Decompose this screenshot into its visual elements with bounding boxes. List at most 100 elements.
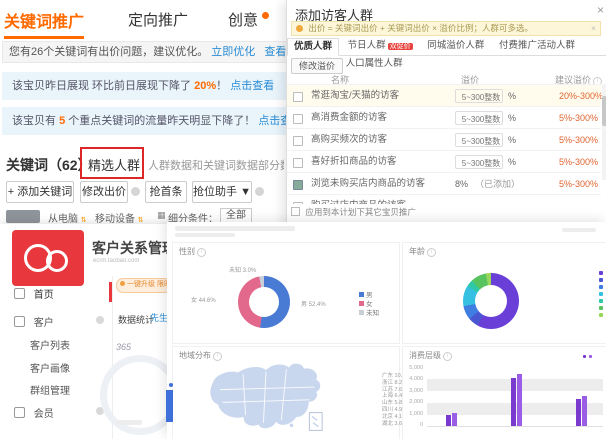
grid-icon: ▦	[157, 210, 166, 221]
crm-title: 客户关系管理	[92, 238, 172, 258]
promo-badge: 双促价	[388, 43, 413, 50]
pc-column-sort[interactable]: 从电脑 ⇅	[48, 210, 87, 225]
donut-hole	[475, 285, 507, 317]
notice-text: 出价 = 关键词出价 + 关键词出价 × 溢价比例；人群可多选。	[308, 23, 533, 33]
sidebar-item-member[interactable]: 会员	[14, 405, 54, 420]
tab-city-premium-audience[interactable]: 同城溢价人群	[421, 38, 490, 54]
premium-value: 8%	[455, 173, 468, 195]
close-icon[interactable]: ×	[597, 3, 604, 17]
audience-tab-bar: 优质人群 节日人群双促价 同城溢价人群 付费推广活动人群 天气人群 人口属性人群	[287, 38, 606, 56]
modify-bid-button[interactable]: 修改出价	[80, 181, 128, 203]
audience-row: 喜好折扣商品的访客 % 5%-300%	[287, 150, 601, 173]
grab-top-button[interactable]: 抢首条	[145, 181, 187, 203]
premium-input[interactable]	[455, 133, 503, 147]
legend-item: 男	[359, 291, 379, 300]
rank-assistant-button[interactable]: 抢位助手 ▼	[192, 181, 252, 203]
crm-logo	[12, 230, 84, 286]
premium-input[interactable]	[455, 89, 503, 103]
alert-text: ！	[216, 80, 230, 92]
tab-paid-promo-audience[interactable]: 付费推广活动人群	[493, 38, 581, 54]
mobile-column-sort[interactable]: 移动设备 ⇅	[95, 210, 144, 225]
y-axis-tick: 4,000	[403, 376, 423, 382]
optimize-now-link[interactable]: 立即优化	[211, 46, 255, 58]
y-axis-tick: 5,000	[403, 365, 423, 371]
notice-text: 您有26个关键词有出价问题，建议优化。	[9, 46, 208, 58]
nav-tab-creative[interactable]: 创意	[228, 9, 269, 30]
age-card: 年龄i	[402, 242, 606, 344]
tab-keywords[interactable]: 关键词（62）	[6, 155, 92, 175]
card-title: 年龄i	[409, 246, 436, 257]
nav-tab-targeted-promo[interactable]: 定向推广	[128, 9, 188, 30]
row-checkbox[interactable]	[293, 92, 303, 102]
upgrade-button[interactable]: 一键升级 限时抢	[116, 278, 171, 293]
audience-row: 高购买频次的访客 % 5%-300%	[287, 128, 601, 151]
bar-series1-g2	[511, 378, 516, 426]
audience-name: 高购买频次的访客	[311, 129, 387, 151]
audience-name: 购买过店内商品的访客	[311, 195, 406, 204]
premium-input[interactable]	[455, 155, 503, 169]
click-to-view-link[interactable]: 点击查看	[230, 80, 274, 92]
alert-text: 个重点关键词的流量昨天明显下降了！	[65, 115, 258, 127]
home-icon	[14, 288, 25, 299]
sidebar-item-customer-list[interactable]: 客户列表	[30, 337, 70, 352]
heat-legend-bar	[166, 390, 173, 422]
audience-row: 常逛淘宝/天猫的访客 % 20%-300%	[287, 84, 601, 107]
legend-dot	[599, 299, 603, 303]
alert-text: 该宝贝昨日展现 环比前日展现下降了	[12, 80, 194, 92]
screenshot-root: 关键词推广 定向推广 创意 您有26个关键词有出价问题，建议优化。 立即优化 查…	[0, 0, 606, 439]
percent-sign: %	[508, 107, 516, 129]
bar-series1-g1	[446, 415, 451, 426]
tab-demographic-audience[interactable]: 人口属性人群	[340, 56, 409, 72]
added-tag: （已添加）	[475, 173, 520, 195]
header-placeholder	[175, 233, 235, 237]
bar-plot-area	[427, 368, 603, 427]
scrollbar[interactable]	[602, 84, 606, 180]
row-checkbox[interactable]	[293, 158, 303, 168]
y-axis-tick: 1,000	[403, 411, 423, 417]
row-checkbox[interactable]	[293, 114, 303, 124]
nav-tab-label[interactable]: 关键词推广	[4, 14, 84, 39]
keyword-traffic-alert: 该宝贝有 5 个重点关键词的流量昨天明显下降了！ 点击查看	[2, 107, 304, 135]
sidebar-item-label: 首页	[34, 290, 54, 301]
suggest-range: 5%-300%	[559, 151, 598, 173]
notification-dot-icon	[262, 12, 269, 19]
sort-icon: ⇅	[138, 217, 144, 224]
selected-chip[interactable]	[6, 210, 40, 223]
nav-tab-label[interactable]: 创意	[228, 12, 258, 29]
checkbox-icon[interactable]	[291, 207, 300, 216]
add-audience-modal: 添加访客人群 × 出价 = 关键词出价 + 关键词出价 × 溢价比例；人群可多选…	[286, 0, 606, 225]
rocket-icon	[120, 281, 125, 286]
sidebar-item-group-manage[interactable]: 群组管理	[30, 382, 70, 397]
nav-tab-label[interactable]: 定向推广	[128, 12, 188, 29]
modify-premium-button[interactable]: 修改溢价	[291, 58, 343, 74]
apply-to-plan-option[interactable]: 应用到本计划下其它宝贝推广	[291, 206, 416, 218]
nav-tab-keyword-promo[interactable]: 关键词推广	[4, 8, 84, 32]
close-icon[interactable]: ×	[591, 22, 596, 35]
legend-dot	[583, 355, 586, 358]
header-placeholder	[175, 226, 295, 231]
stats-nav-label[interactable]: 数据统计	[118, 313, 154, 326]
tab-premium-audience[interactable]: 优质人群	[287, 38, 339, 56]
sidebar-item-customer-profile[interactable]: 客户画像	[30, 360, 70, 375]
customer-icon	[14, 316, 25, 327]
alert-value: 20%	[194, 80, 216, 92]
donut-callout: 男 52.4%	[301, 299, 326, 308]
region-card: 地域分布i 广东 10.06% 浙江 8.26% 江苏 7.68% 上海 6.4…	[172, 346, 400, 439]
sort-icon: ⇅	[81, 217, 87, 224]
scrollbar-thumb[interactable]	[602, 96, 606, 126]
y-axis-tick: 2,000	[403, 399, 423, 405]
row-checkbox-checked[interactable]	[293, 180, 303, 190]
row-checkbox[interactable]	[293, 202, 303, 204]
premium-input[interactable]	[455, 111, 503, 125]
sidebar-item-home[interactable]: 首页	[14, 286, 54, 301]
legend-dot	[599, 292, 603, 296]
sidebar-item-customer[interactable]: 客户	[14, 314, 54, 329]
member-icon	[14, 407, 25, 418]
china-map	[201, 359, 331, 433]
tab-festival-audience[interactable]: 节日人群双促价	[342, 38, 419, 55]
bar-series1-g3	[576, 399, 581, 426]
collapse-dot-icon[interactable]	[96, 316, 104, 324]
add-keyword-button[interactable]: + 添加关键词	[6, 181, 74, 203]
legend-dot	[589, 355, 592, 358]
row-checkbox[interactable]	[293, 136, 303, 146]
